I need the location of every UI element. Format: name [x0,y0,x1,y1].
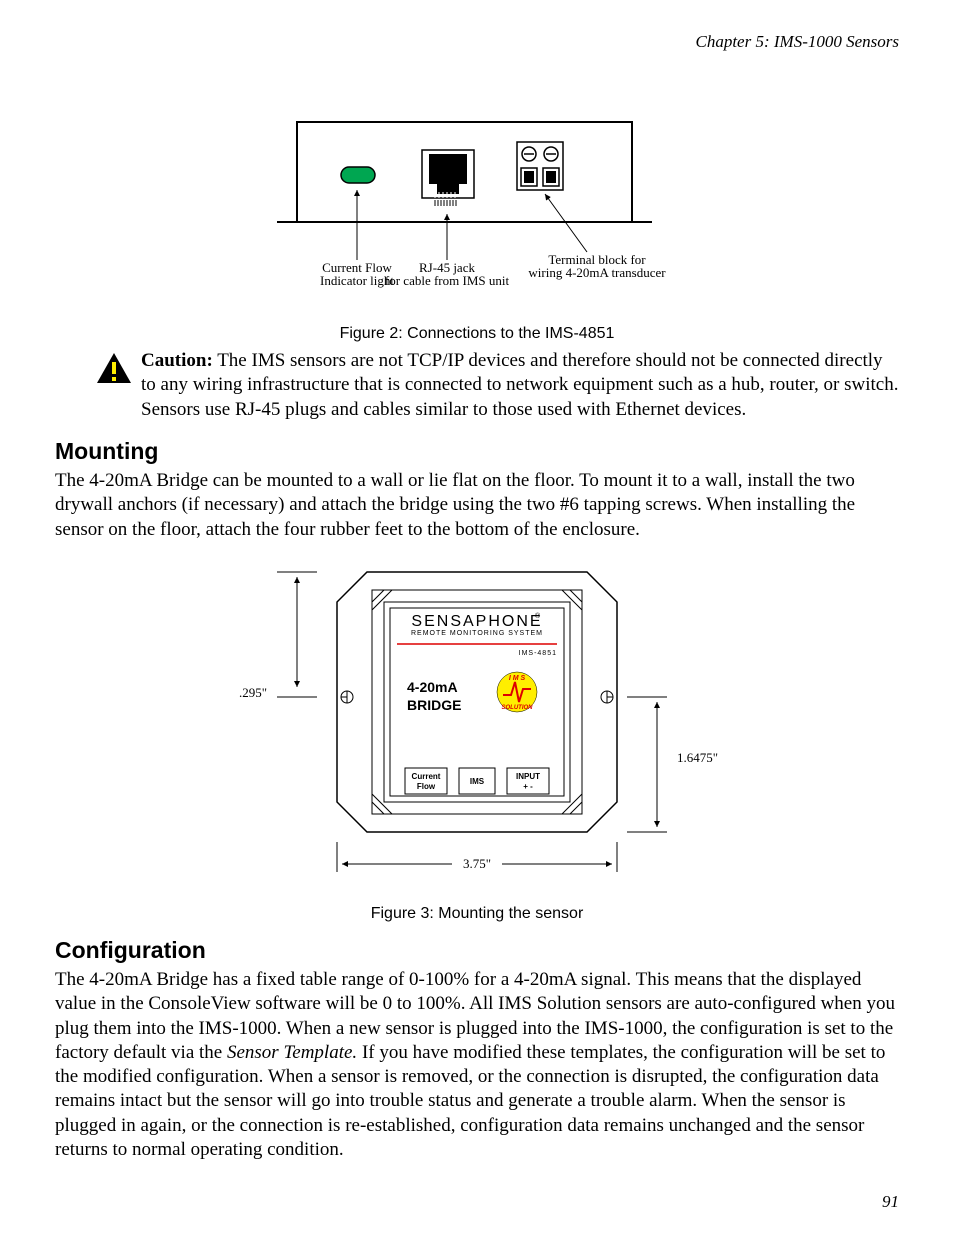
fig3-dim-bottom: 3.75" [463,856,491,871]
configuration-body: The 4-20mA Bridge has a fixed table rang… [55,968,899,1163]
caution-text: Caution: The IMS sensors are not TCP/IP … [141,349,899,422]
fig3-port1b: Flow [417,782,436,791]
heading-configuration: Configuration [55,937,899,964]
heading-mounting: Mounting [55,438,899,465]
fig3-brand-reg: ® [535,612,541,620]
caution-label: Caution: [141,350,213,371]
figure3: .295" SENSAPHONE ® REMOTE MONIT [55,552,899,923]
fig2-label-right2: wiring 4-20mA transducer [528,265,666,280]
figure2-svg: Current Flow Indicator light RJ-45 jack … [257,112,697,312]
fig3-logo-bottom: SOLUTION [502,705,534,711]
fig3-dim-left: .295" [239,685,267,700]
figure2: Current Flow Indicator light RJ-45 jack … [55,112,899,343]
fig3-port3b: + - [523,782,533,791]
fig2-label-mid2: for cable from IMS unit [385,273,510,288]
fig2-label-left2: Indicator light [320,273,394,288]
caution-icon [95,351,133,390]
figure3-svg: .295" SENSAPHONE ® REMOTE MONIT [197,552,757,892]
fig3-model: IMS-4851 [519,650,557,657]
fig3-logo-top: I M S [509,675,526,682]
running-head: Chapter 5: IMS-1000 Sensors [55,32,899,52]
fig3-brand-sub: REMOTE MONITORING SYSTEM [411,630,543,637]
fig3-port3a: INPUT [516,772,540,781]
caution-block: Caution: The IMS sensors are not TCP/IP … [55,349,899,422]
fig3-port1a: Current [412,772,441,781]
figure2-caption: Figure 2: Connections to the IMS-4851 [55,325,899,343]
fig3-title2: BRIDGE [407,697,461,713]
page-number: 91 [55,1192,899,1212]
fig3-dim-right: 1.6475" [677,750,718,765]
fig3-port2: IMS [470,777,485,786]
fig3-brand: SENSAPHONE [411,613,542,630]
figure3-caption: Figure 3: Mounting the sensor [55,905,899,923]
fig3-title1: 4-20mA [407,679,458,695]
mounting-body: The 4-20mA Bridge can be mounted to a wa… [55,469,899,542]
caution-body: The IMS sensors are not TCP/IP devices a… [141,350,898,420]
config-em: Sensor Template. [227,1042,357,1063]
